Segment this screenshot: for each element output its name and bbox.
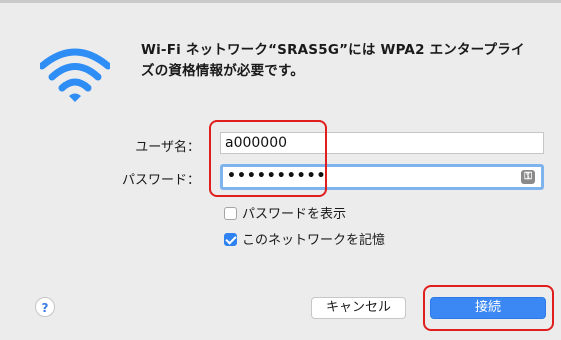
highlight-connect [423, 285, 554, 331]
wifi-icon [40, 48, 110, 102]
cancel-button[interactable]: キャンセル [311, 297, 406, 319]
highlight-fields [209, 120, 327, 197]
dialog-message: Wi-Fi ネットワーク“SRAS5G”には WPA2 エンタープライ ズの資格… [141, 40, 551, 82]
username-label: ユーザ名： [135, 140, 200, 155]
show-password-checkbox[interactable] [224, 207, 237, 220]
show-password-label: パスワードを表示 [242, 207, 347, 222]
show-password-option[interactable]: パスワードを表示 [224, 203, 347, 222]
help-button[interactable]: ? [35, 297, 55, 317]
password-label: パスワード： [121, 173, 200, 188]
dialog-message-line1: Wi-Fi ネットワーク“SRAS5G”には WPA2 エンタープライ [141, 42, 525, 58]
remember-network-label: このネットワークを記憶 [242, 233, 386, 248]
key-icon[interactable]: ⚿ [521, 170, 535, 184]
remember-network-option[interactable]: このネットワークを記憶 [224, 229, 386, 248]
dialog-top-border [0, 0, 561, 3]
dialog-message-line2: ズの資格情報が必要です。 [141, 63, 305, 79]
remember-network-checkbox[interactable] [224, 233, 237, 246]
